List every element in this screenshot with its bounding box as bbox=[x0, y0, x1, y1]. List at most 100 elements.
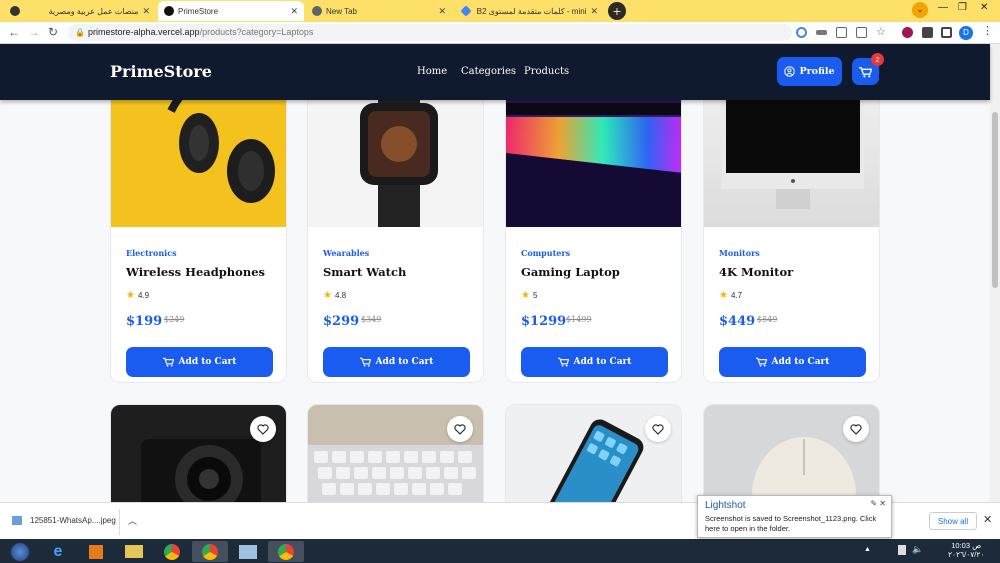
product-card[interactable]: Wearables Smart Watch ★ 4.8 $299 $349 Add… bbox=[307, 52, 484, 383]
reload-icon[interactable]: ↻ bbox=[48, 25, 58, 39]
image-file-icon bbox=[12, 516, 22, 525]
tab-search-icon[interactable]: ⌄ bbox=[912, 2, 928, 18]
product-card[interactable] bbox=[703, 404, 880, 502]
tab-title: PrimeStore bbox=[178, 6, 219, 16]
tab-title: mini - كلمات متقدمة لمستوى B2 الألماني bbox=[474, 6, 587, 16]
product-rating: ★ 4.8 bbox=[323, 290, 346, 301]
toast-message[interactable]: Screenshot is saved to Screenshot_1123.p… bbox=[705, 514, 889, 534]
cart-count-badge: 2 bbox=[871, 53, 884, 66]
file-explorer-icon[interactable] bbox=[116, 541, 152, 562]
battery-icon[interactable] bbox=[898, 545, 906, 555]
browser-tab[interactable]: New Tab ✕ bbox=[306, 1, 452, 21]
back-icon[interactable]: ← bbox=[8, 25, 20, 39]
add-to-cart-button[interactable]: Add to Cart bbox=[126, 347, 273, 377]
nav-home[interactable]: Home bbox=[417, 66, 447, 77]
side-panel-icon[interactable] bbox=[941, 27, 952, 38]
tab-favicon-icon bbox=[10, 6, 20, 16]
product-price: $1299 bbox=[521, 314, 567, 329]
internet-explorer-icon[interactable]: e bbox=[40, 541, 76, 562]
show-all-button[interactable]: Show all bbox=[929, 512, 977, 530]
url-host: primestore-alpha.vercel.app bbox=[88, 27, 200, 37]
add-to-cart-label: Add to Cart bbox=[178, 357, 237, 367]
add-to-cart-button[interactable]: Add to Cart bbox=[521, 347, 668, 377]
chrome-window-icon[interactable] bbox=[268, 541, 304, 562]
toast-close-icon[interactable]: ✎ ✕ bbox=[870, 499, 886, 508]
star-icon: ★ bbox=[521, 290, 530, 301]
browser-tab[interactable]: منصات عمل عربية ومصرية ✕ bbox=[4, 1, 156, 21]
tray-arrow-icon[interactable]: ▲ bbox=[864, 546, 871, 553]
product-old-price: $549 bbox=[757, 315, 778, 324]
close-tab-icon[interactable]: ✕ bbox=[590, 6, 598, 17]
add-to-cart-button[interactable]: Add to Cart bbox=[323, 347, 470, 377]
nav-categories[interactable]: Categories bbox=[461, 66, 516, 77]
star-icon: ★ bbox=[126, 290, 135, 301]
google-icon[interactable] bbox=[796, 27, 807, 38]
product-card[interactable]: Computers Gaming Laptop ★ 5 $1299 $1499 A… bbox=[505, 52, 682, 383]
site-logo[interactable]: PrimeStore bbox=[110, 62, 212, 81]
url-field[interactable]: 🔒 primestore-alpha.vercel.app/products?c… bbox=[68, 24, 792, 41]
close-tab-icon[interactable]: ✕ bbox=[142, 6, 150, 17]
browser-profile-avatar[interactable]: D bbox=[959, 26, 973, 40]
product-card[interactable] bbox=[505, 404, 682, 502]
close-download-bar-icon[interactable]: ✕ bbox=[983, 513, 992, 526]
favorite-heart-icon[interactable] bbox=[250, 416, 276, 442]
product-card[interactable] bbox=[307, 404, 484, 502]
maximize-icon[interactable]: ❐ bbox=[958, 2, 967, 13]
product-category: Computers bbox=[521, 248, 571, 258]
extension-icon[interactable] bbox=[902, 27, 913, 38]
url-path: /products?category=Laptops bbox=[199, 27, 314, 37]
cart-icon bbox=[755, 357, 767, 367]
rating-value: 4.9 bbox=[137, 291, 150, 300]
puzzle-icon[interactable] bbox=[922, 27, 933, 38]
menu-icon[interactable]: ⋮ bbox=[982, 24, 993, 37]
browser-tab-active[interactable]: PrimeStore ✕ bbox=[158, 1, 304, 21]
favorite-heart-icon[interactable] bbox=[447, 416, 473, 442]
favorite-heart-icon[interactable] bbox=[843, 416, 869, 442]
volume-icon[interactable]: 🔈 bbox=[912, 544, 923, 555]
product-rating: ★ 5 bbox=[521, 290, 537, 301]
cart-icon bbox=[162, 357, 174, 367]
close-window-icon[interactable]: ✕ bbox=[980, 2, 988, 13]
nav-products[interactable]: Products bbox=[524, 66, 569, 77]
tab-strip: منصات عمل عربية ومصرية ✕ PrimeStore ✕ Ne… bbox=[0, 0, 1000, 22]
share-icon[interactable] bbox=[856, 27, 867, 38]
new-tab-button[interactable]: + bbox=[608, 2, 626, 20]
chevron-up-icon[interactable]: ︿ bbox=[128, 514, 137, 527]
photo-viewer-icon[interactable] bbox=[230, 541, 266, 562]
favorite-heart-icon[interactable] bbox=[645, 416, 671, 442]
tab-favicon-icon bbox=[312, 6, 322, 16]
product-category: Monitors bbox=[719, 248, 760, 258]
lightshot-notification[interactable]: Lightshot Screenshot is saved to Screens… bbox=[697, 495, 892, 538]
add-to-cart-label: Add to Cart bbox=[573, 357, 632, 367]
product-price: $449 bbox=[719, 314, 756, 329]
bookmark-star-icon[interactable]: ☆ bbox=[876, 25, 887, 38]
key-icon[interactable] bbox=[816, 30, 827, 35]
chrome-icon[interactable] bbox=[154, 541, 190, 562]
cart-icon bbox=[359, 357, 371, 367]
product-card[interactable]: Electronics Wireless Headphones ★ 4.9 $19… bbox=[110, 52, 287, 383]
product-card[interactable] bbox=[110, 404, 287, 502]
forward-icon[interactable]: → bbox=[28, 25, 40, 39]
divider bbox=[119, 509, 120, 535]
media-player-icon[interactable] bbox=[78, 541, 114, 562]
translate-icon[interactable] bbox=[836, 27, 847, 38]
download-item[interactable]: 125851-WhatsAp....jpeg bbox=[12, 516, 116, 525]
taskbar-clock[interactable]: 10:03 ص ٢٠٢٦/٠٧/٢٠ bbox=[948, 541, 984, 559]
product-old-price: $1499 bbox=[566, 315, 592, 324]
browser-tab[interactable]: mini - كلمات متقدمة لمستوى B2 الألماني ✕ bbox=[456, 1, 604, 21]
tab-title: منصات عمل عربية ومصرية bbox=[48, 6, 139, 16]
address-bar-row: ← → ↻ 🔒 primestore-alpha.vercel.app/prod… bbox=[0, 22, 1000, 44]
user-icon bbox=[784, 66, 796, 77]
start-button[interactable] bbox=[2, 541, 38, 562]
profile-button[interactable]: Profile bbox=[777, 57, 842, 86]
minimize-icon[interactable]: — bbox=[938, 2, 948, 13]
star-icon: ★ bbox=[719, 290, 728, 301]
product-card[interactable]: Monitors 4K Monitor ★ 4.7 $449 $549 Add t… bbox=[703, 52, 880, 383]
close-tab-icon[interactable]: ✕ bbox=[290, 6, 298, 17]
chrome-window-icon[interactable] bbox=[192, 541, 228, 562]
cart-button[interactable]: 2 bbox=[852, 53, 884, 85]
scrollbar-thumb[interactable] bbox=[992, 112, 998, 288]
close-tab-icon[interactable]: ✕ bbox=[438, 6, 446, 17]
page-scrollbar[interactable] bbox=[990, 44, 1000, 502]
add-to-cart-button[interactable]: Add to Cart bbox=[719, 347, 866, 377]
